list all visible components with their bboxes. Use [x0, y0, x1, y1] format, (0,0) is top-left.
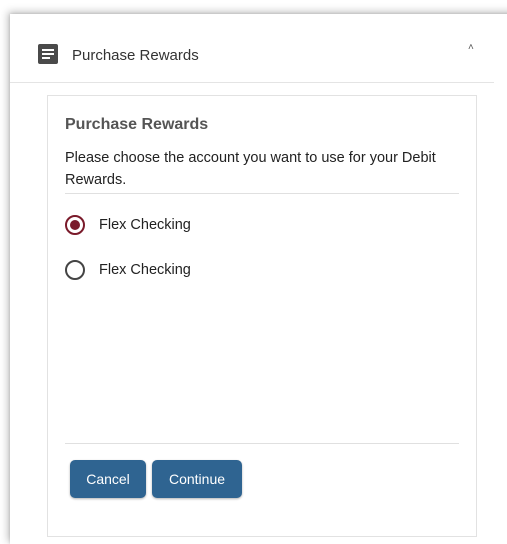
- radio-unselected[interactable]: [65, 260, 85, 280]
- caret-up-icon[interactable]: ˄: [468, 42, 474, 53]
- panel-description: Please choose the account you want to us…: [65, 150, 436, 188]
- radio-selected[interactable]: [65, 215, 85, 235]
- accordion-header[interactable]: Purchase Rewards ˄: [10, 14, 494, 83]
- divider: [65, 443, 459, 444]
- rewards-panel: Purchase Rewards Please choose the accou…: [47, 95, 477, 537]
- account-option-2[interactable]: Flex Checking: [65, 257, 191, 283]
- account-option-1[interactable]: Flex Checking: [65, 212, 191, 238]
- panel-title: Purchase Rewards: [65, 116, 209, 133]
- divider: [65, 193, 459, 194]
- document-icon: [38, 44, 58, 64]
- accordion-title: Purchase Rewards: [72, 47, 199, 64]
- purchase-rewards-card: Purchase Rewards ˄ Purchase Rewards Plea…: [10, 14, 507, 544]
- cancel-button[interactable]: Cancel: [70, 460, 146, 498]
- account-option-label: Flex Checking: [99, 262, 191, 278]
- continue-button[interactable]: Continue: [152, 460, 242, 498]
- account-option-label: Flex Checking: [99, 217, 191, 233]
